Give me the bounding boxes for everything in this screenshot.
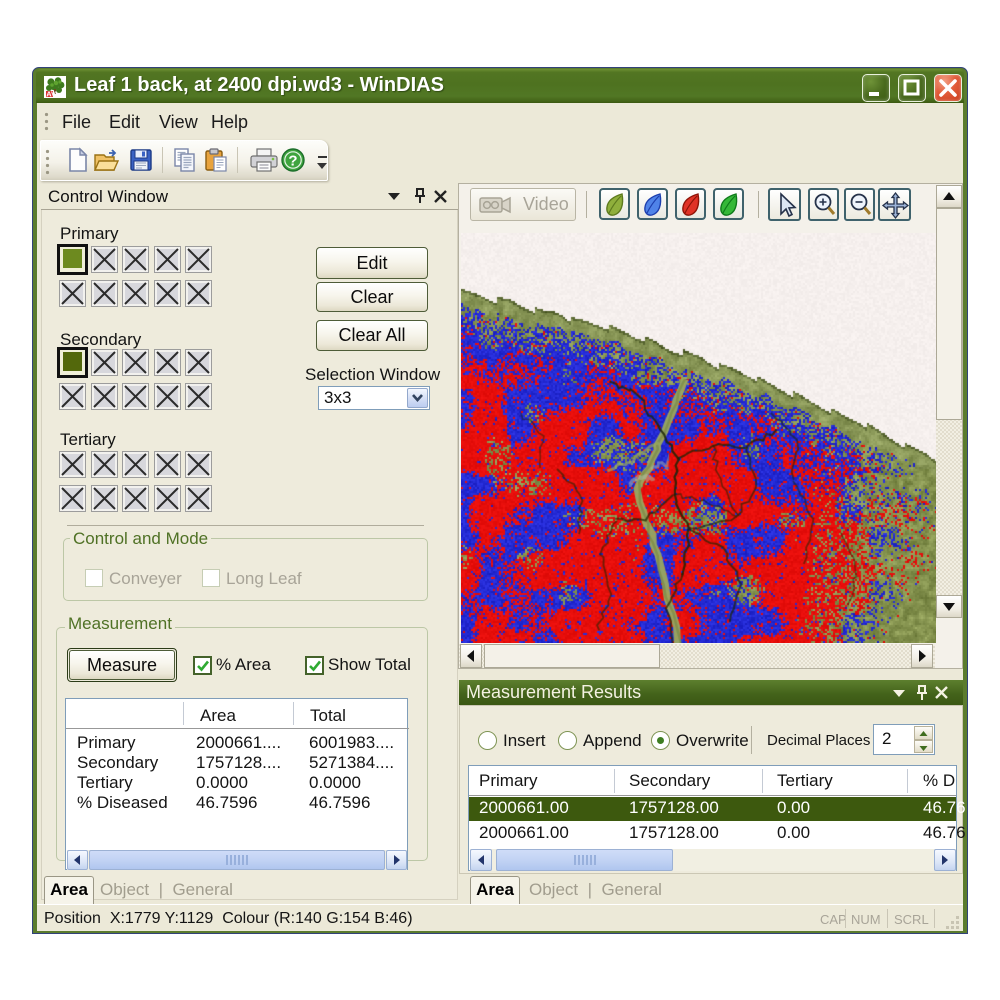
- svg-text:AV: AV: [46, 90, 56, 98]
- svg-text:?: ?: [288, 153, 297, 170]
